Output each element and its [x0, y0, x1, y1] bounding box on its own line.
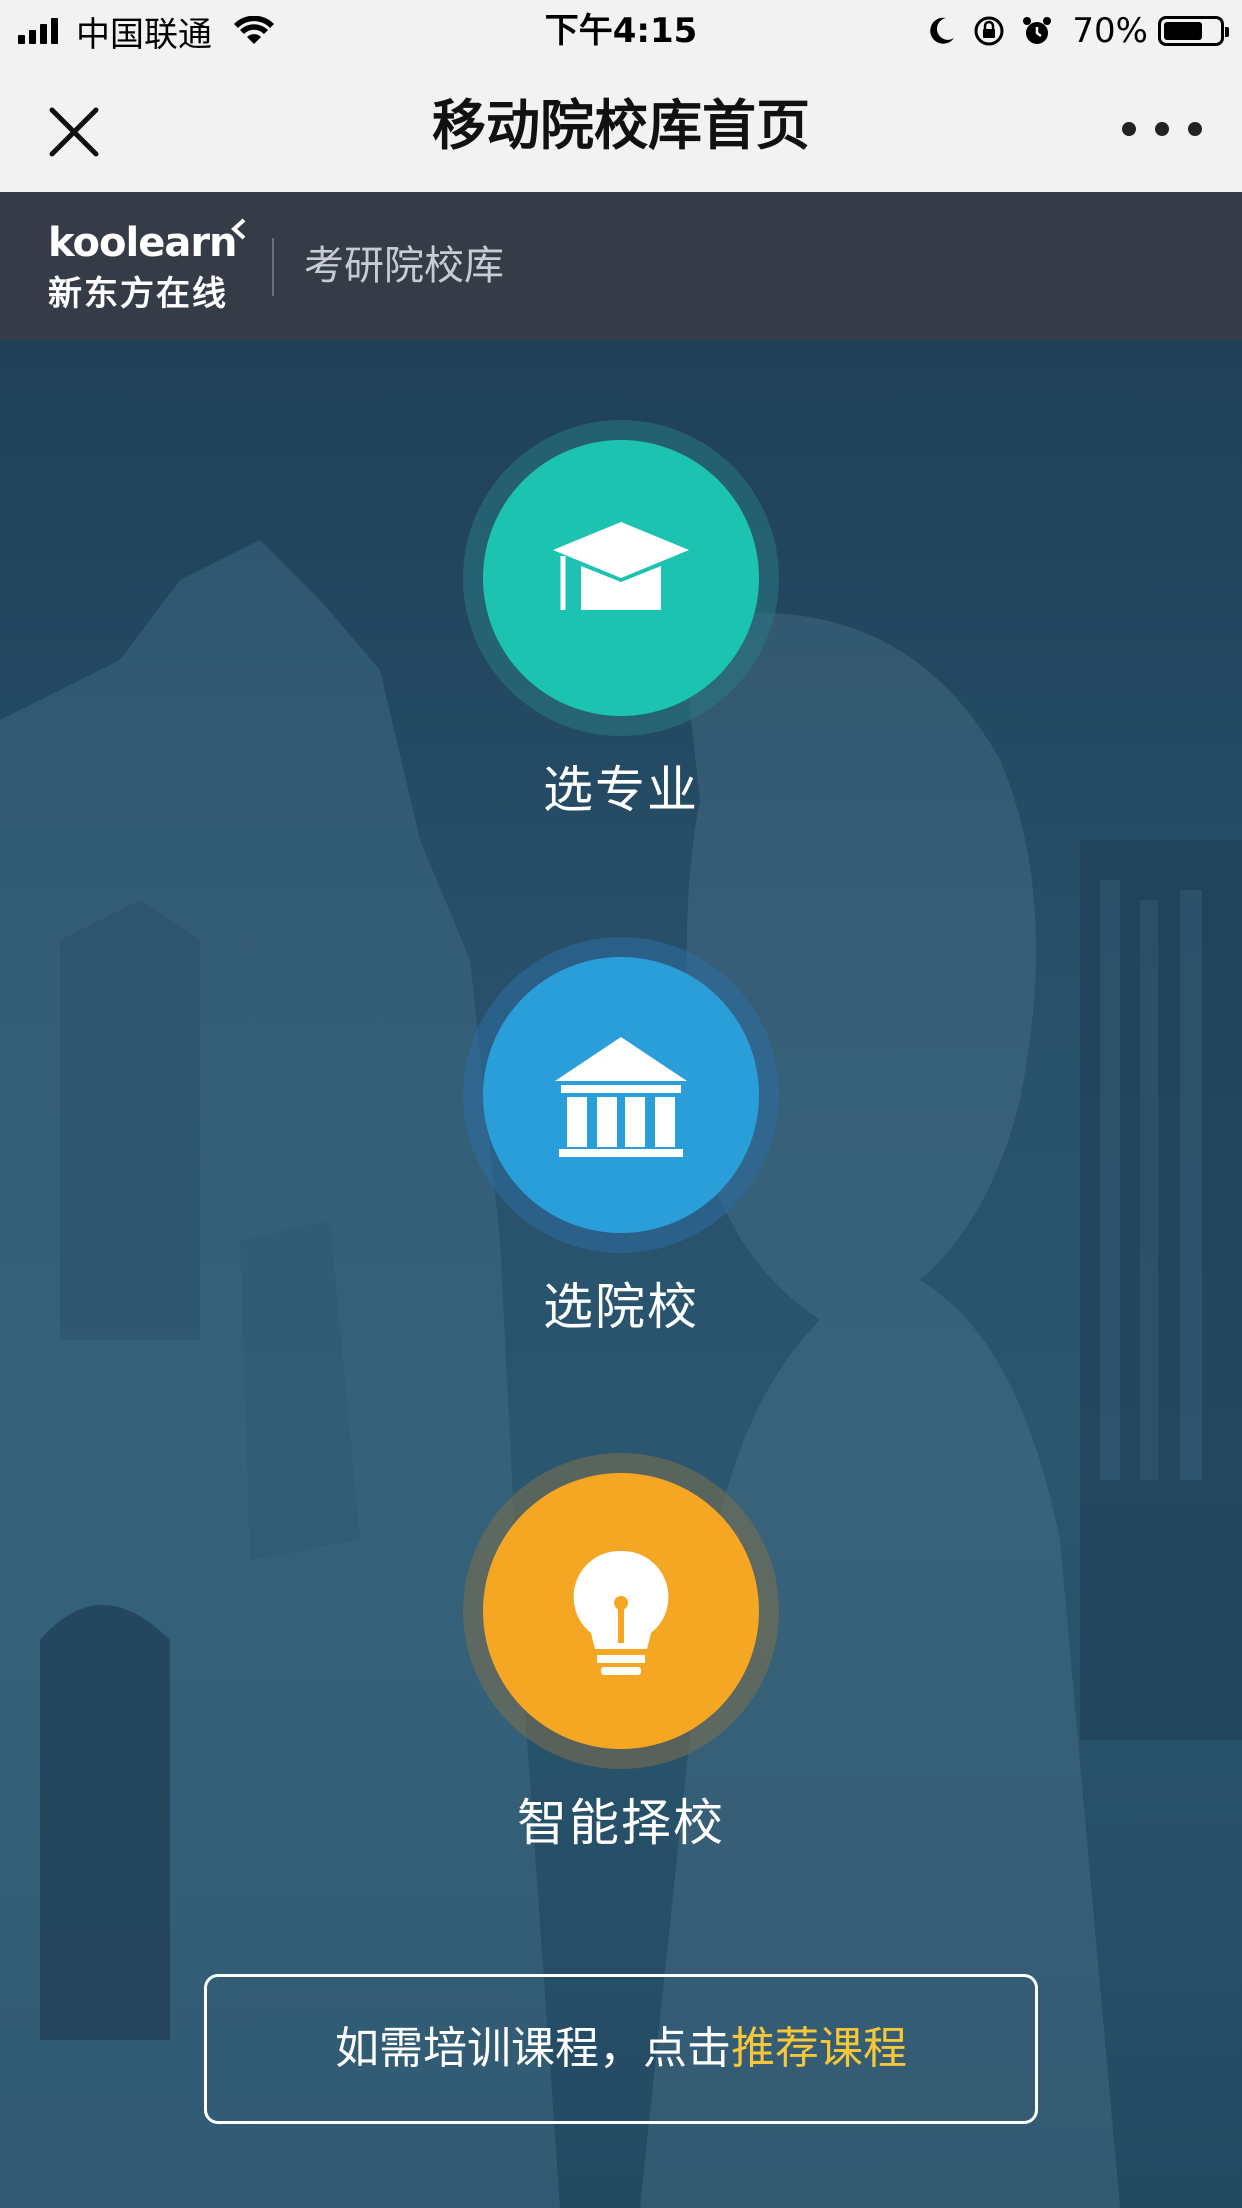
cta-prefix: 如需培训课程，点击	[335, 2023, 731, 2074]
choose-school-button[interactable]: 选院校	[0, 937, 1242, 1357]
recommended-course-banner[interactable]: 如需培训课程，点击推荐课程	[204, 1974, 1038, 2124]
more-dot	[1188, 122, 1202, 136]
smart-school-selection-button[interactable]: 智能择校	[0, 1453, 1242, 1873]
more-dot	[1122, 122, 1136, 136]
choose-school-ring	[463, 937, 779, 1253]
brand-subtitle: 考研院校库	[304, 243, 504, 289]
rotation-lock-icon	[974, 16, 1004, 46]
choose-school-disc	[483, 957, 759, 1233]
brand-header: koolearn 新东方在线 考研院校库	[0, 192, 1242, 340]
choose-school-label: 选院校	[543, 1278, 699, 1336]
battery-icon	[1158, 16, 1229, 46]
smart-selection-disc	[483, 1473, 759, 1749]
choose-major-ring	[463, 420, 779, 736]
recommended-course-link[interactable]: 推荐课程	[731, 2023, 907, 2074]
choose-major-disc	[483, 440, 759, 716]
institution-icon	[555, 1037, 687, 1157]
battery-fill	[1164, 22, 1202, 40]
koolearn-logo[interactable]: koolearn 新东方在线	[48, 218, 248, 318]
logo-chinese: 新东方在线	[48, 274, 228, 314]
battery-percent: 70%	[1072, 11, 1148, 51]
page-title: 移动院校库首页	[432, 94, 810, 157]
more-icon[interactable]	[1122, 114, 1202, 144]
alarm-icon	[1023, 17, 1052, 44]
nav-bar: 移动院校库首页	[0, 62, 1242, 193]
status-right: 70%	[910, 8, 1229, 54]
more-dot	[1155, 122, 1169, 136]
graduation-cap-icon	[553, 522, 689, 610]
lightbulb-icon	[573, 1550, 669, 1675]
moon-icon	[930, 17, 955, 44]
brand-divider	[272, 238, 274, 296]
logo-chevron-icon	[231, 218, 246, 240]
smart-selection-ring	[463, 1453, 779, 1769]
status-bar: 中国联通 下午4:15 70%	[0, 0, 1242, 62]
smart-selection-label: 智能择校	[517, 1794, 725, 1852]
choose-major-button[interactable]: 选专业	[0, 420, 1242, 840]
close-icon[interactable]	[44, 102, 104, 162]
logo-wordmark: koolearn	[48, 220, 238, 266]
choose-major-label: 选专业	[543, 761, 699, 819]
